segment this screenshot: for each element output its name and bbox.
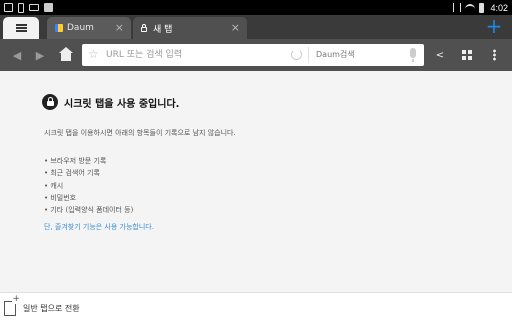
status-icons-right: 4:02 [453, 1, 508, 14]
vibrate-icon [453, 3, 462, 12]
status-icons-left [4, 2, 53, 13]
description-text: 시크릿 탭을 이용하시면 아래의 항목들이 기록으로 남지 않습니다. [44, 129, 236, 137]
close-tab-icon[interactable]: × [231, 21, 240, 34]
bookmark-star-icon[interactable]: ☆ [88, 47, 99, 61]
tab-secret[interactable]: 새 탭 × [133, 17, 247, 39]
refresh-icon[interactable] [291, 49, 302, 60]
screenshot-icon [4, 3, 13, 12]
bottom-bar: 일반 탭으로 전환 [0, 292, 512, 320]
status-time: 4:02 [490, 2, 508, 13]
secret-tab-page: 시크릿 탭을 사용 중입니다. 시크릿 탭을 이용하시면 아래의 항목들이 기록… [0, 71, 512, 292]
menu-button[interactable] [3, 17, 39, 39]
switch-to-normal-tab-button[interactable]: 일반 탭으로 전환 [4, 294, 80, 319]
back-button[interactable]: ◀ [7, 45, 27, 65]
new-page-icon [4, 294, 20, 316]
tab-label: Daum [67, 23, 94, 33]
phone-icon [18, 2, 24, 13]
forward-button[interactable]: ▶ [30, 45, 50, 65]
daum-favicon-icon [55, 24, 63, 32]
url-input[interactable] [106, 44, 286, 66]
tab-strip: Daum × 새 탭 × + [0, 15, 512, 39]
more-vert-icon [492, 49, 496, 61]
status-bar: 4:02 [0, 0, 512, 15]
tab-label: 새 탭 [153, 24, 173, 35]
untracked-items-list: • 브라우저 방문 기록 • 최근 검색어 기록 • 캐시 • 비밀번호 • 기… [44, 155, 133, 216]
list-item: • 브라우저 방문 기록 [44, 157, 107, 165]
close-tab-icon[interactable]: × [115, 21, 124, 34]
share-button[interactable]: < [430, 45, 450, 65]
check-icon [44, 3, 53, 12]
browser-toolbar: ◀ ▶ ☆ Daum검색 < [0, 39, 512, 71]
page-title: 시크릿 탭을 사용 중입니다. [64, 98, 180, 110]
lock-badge-icon [42, 94, 58, 110]
home-button[interactable] [56, 45, 76, 65]
grid-icon [462, 50, 472, 60]
more-menu-button[interactable] [484, 45, 504, 65]
wifi-icon [465, 3, 476, 12]
list-item: • 최근 검색어 기록 [44, 169, 100, 178]
list-item: • 캐시 [44, 181, 64, 190]
mail-icon [29, 4, 39, 11]
list-item: • 기타 (입력양식 폼데이터 등) [44, 206, 134, 215]
home-icon [59, 46, 73, 61]
list-item: • 비밀번호 [44, 193, 77, 202]
grid-button[interactable] [457, 45, 477, 65]
search-engine-label[interactable]: Daum검색 [316, 49, 355, 60]
share-icon: < [435, 49, 445, 61]
bookmark-note: 단, 즐겨찾기 기능은 사용 가능합니다. [44, 223, 154, 231]
tab-daum[interactable]: Daum × [47, 17, 131, 39]
microphone-icon[interactable] [410, 48, 416, 62]
battery-icon [479, 2, 485, 13]
switch-label: 일반 탭으로 전환 [23, 303, 80, 313]
heading-row: 시크릿 탭을 사용 중입니다. [42, 94, 179, 110]
url-bar[interactable]: ☆ Daum검색 [82, 44, 424, 66]
lock-icon [141, 23, 147, 32]
new-tab-button[interactable]: + [484, 15, 504, 37]
hamburger-icon [15, 24, 27, 32]
url-divider [308, 47, 309, 63]
